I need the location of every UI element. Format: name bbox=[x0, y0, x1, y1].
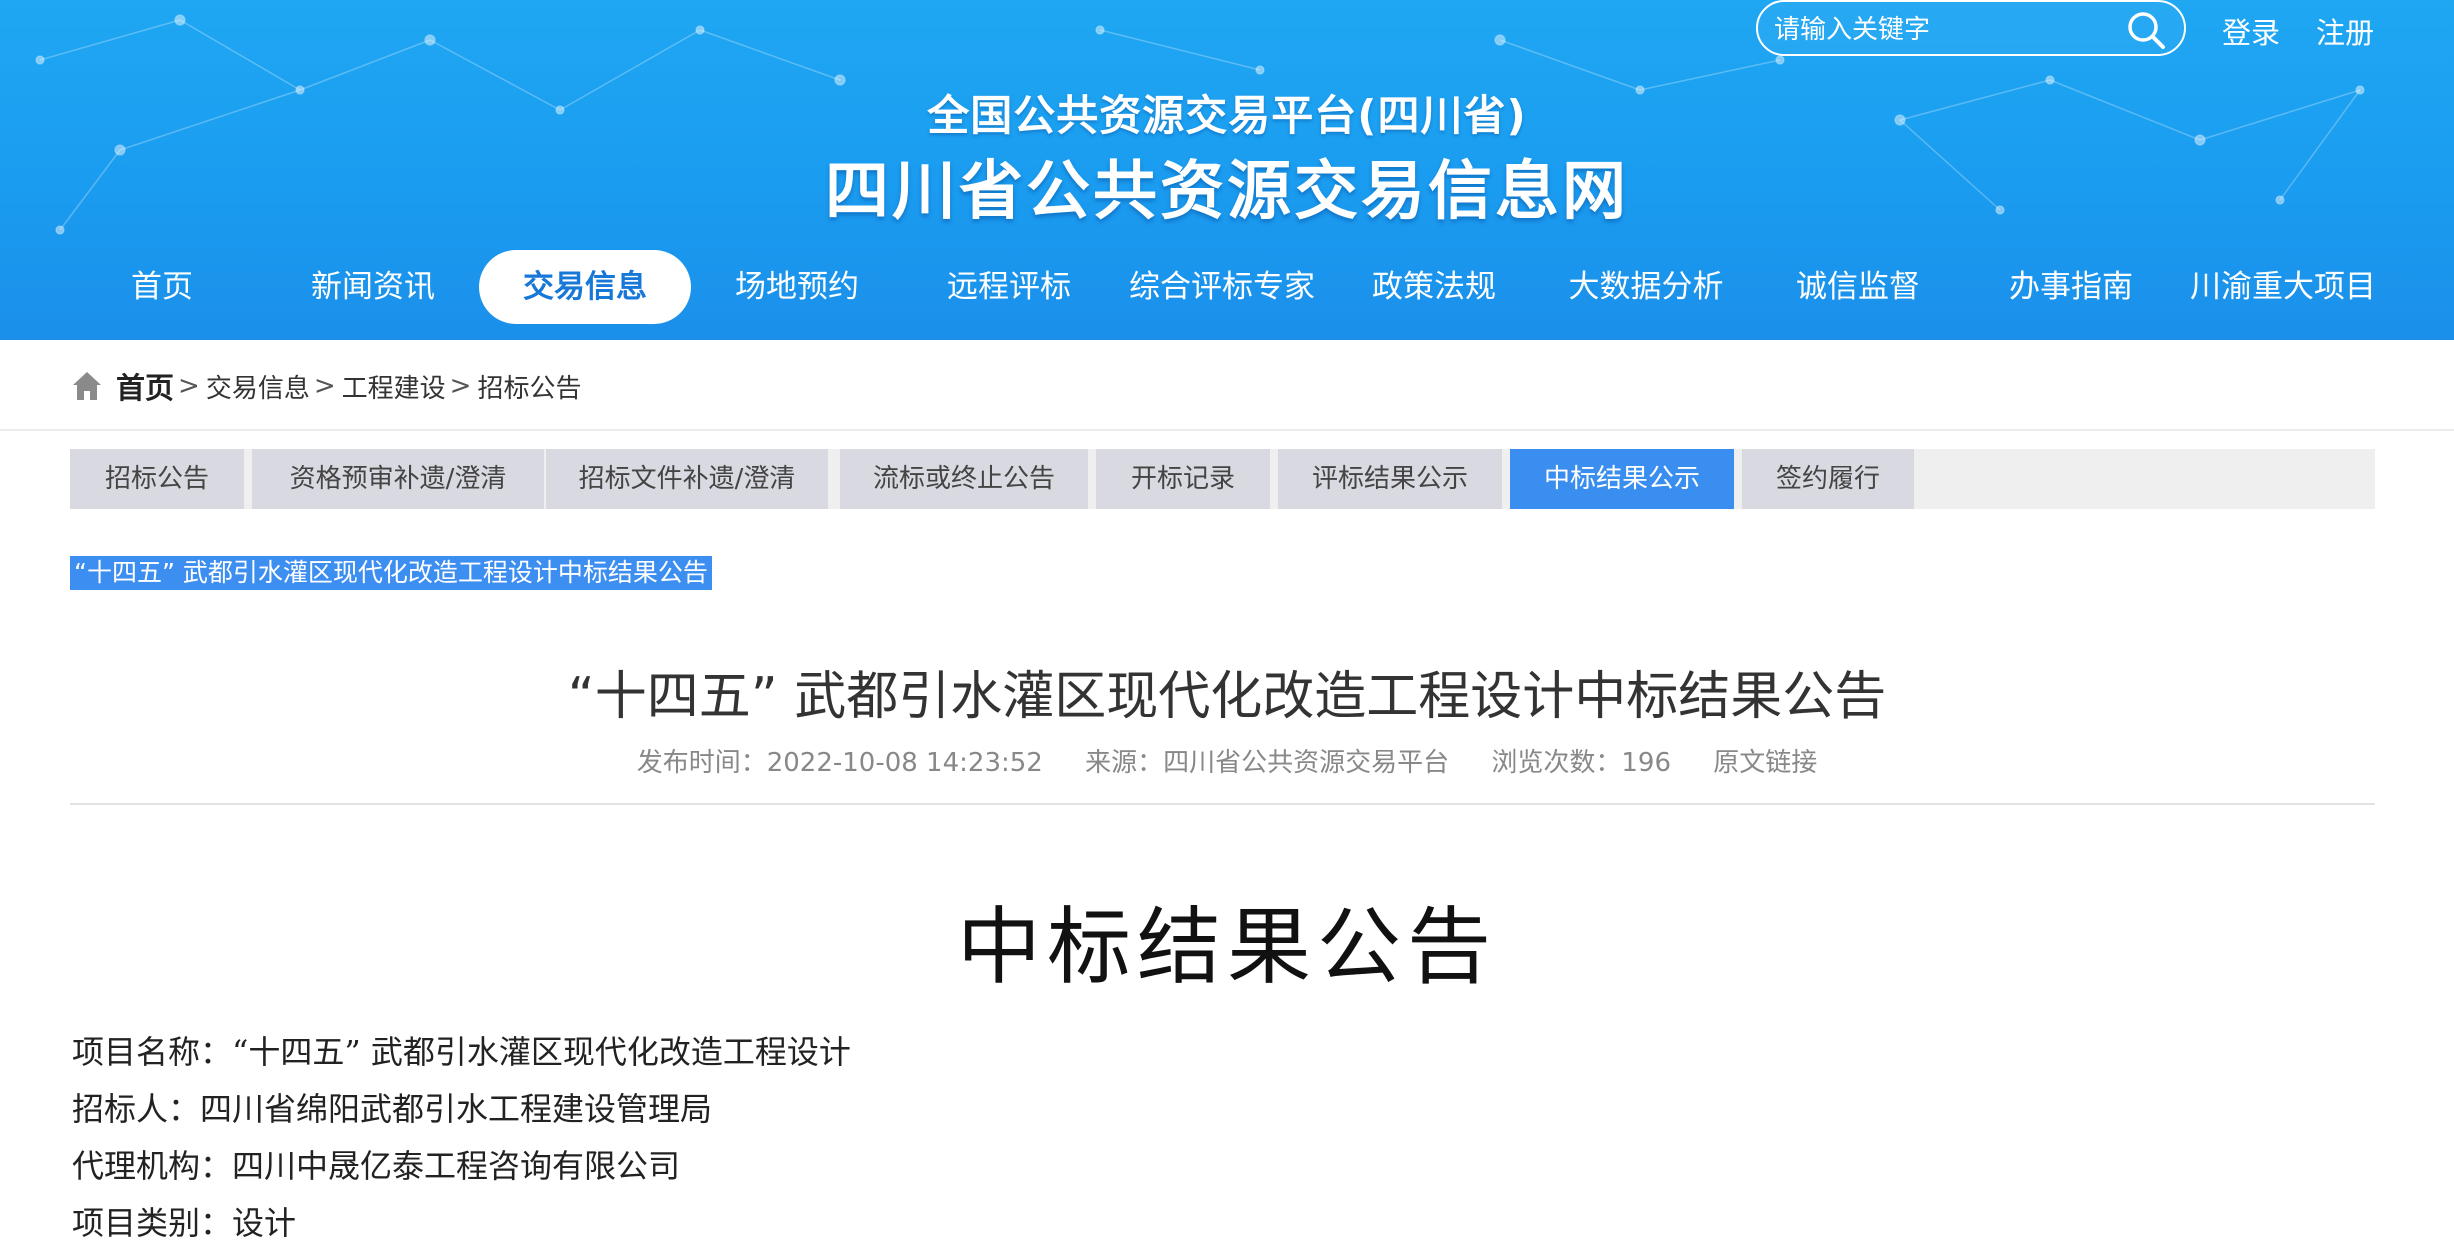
nav-item-news[interactable]: 新闻资讯 bbox=[267, 250, 479, 324]
home-icon bbox=[73, 372, 101, 400]
search-input[interactable] bbox=[1772, 10, 2106, 50]
divider bbox=[70, 803, 2375, 805]
source: 来源：四川省公共资源交易平台 bbox=[1085, 748, 1450, 778]
tab-prequalification-addendum[interactable]: 资格预审补遗/澄清 bbox=[252, 449, 544, 509]
article-title: “十四五” 武都引水灌区现代化改造工程设计中标结果公告 bbox=[567, 667, 1887, 727]
breadcrumb-tender-notice[interactable]: 招标公告 bbox=[477, 368, 581, 405]
main-nav: 首页 新闻资讯 交易信息 场地预约 远程评标 综合评标专家库 政策法规 大数据分… bbox=[0, 250, 2454, 324]
original-link[interactable]: 原文链接 bbox=[1713, 748, 1817, 778]
nav-item-service-guide[interactable]: 办事指南 bbox=[1965, 250, 2177, 324]
nav-item-venue-booking[interactable]: 场地预约 bbox=[691, 250, 903, 324]
breadcrumb: 首页 > 交易信息 > 工程建设 > 招标公告 bbox=[70, 366, 581, 406]
nav-item-credit-supervision[interactable]: 诚信监督 bbox=[1752, 250, 1964, 324]
document-heading: 中标结果公告 bbox=[956, 898, 1497, 996]
breadcrumb-home[interactable]: 首页 bbox=[116, 365, 174, 407]
nav-item-home[interactable]: 首页 bbox=[56, 250, 268, 324]
nav-item-expert-library[interactable]: 综合评标专家库 bbox=[1116, 250, 1328, 324]
site-title: 四川省公共资源交易信息网 bbox=[825, 155, 1629, 229]
selected-title-text[interactable]: “十四五” 武都引水灌区现代化改造工程设计中标结果公告 bbox=[70, 556, 712, 590]
breadcrumb-trading-info[interactable]: 交易信息 bbox=[206, 368, 310, 405]
breadcrumb-engineering[interactable]: 工程建设 bbox=[342, 368, 446, 405]
nav-item-major-projects[interactable]: 川渝重大项目 bbox=[2177, 250, 2389, 324]
tab-award-result[interactable]: 中标结果公示 bbox=[1510, 449, 1734, 509]
tab-bid-opening-record[interactable]: 开标记录 bbox=[1096, 449, 1270, 509]
header-banner: 登录 注册 全国公共资源交易平台(四川省) 四川省公共资源交易信息网 首页 新闻… bbox=[0, 0, 2454, 340]
nav-item-remote-evaluation[interactable]: 远程评标 bbox=[903, 250, 1115, 324]
register-link[interactable]: 注册 bbox=[2316, 10, 2374, 52]
article-meta: 发布时间：2022-10-08 14:23:52 来源：四川省公共资源交易平台 … bbox=[0, 742, 2454, 779]
nav-item-big-data[interactable]: 大数据分析 bbox=[1540, 250, 1752, 324]
tab-tender-doc-addendum[interactable]: 招标文件补遗/澄清 bbox=[546, 449, 828, 509]
project-name-line: 项目名称：“十四五” 武都引水灌区现代化改造工程设计 bbox=[72, 1033, 851, 1071]
nav-item-policies[interactable]: 政策法规 bbox=[1328, 250, 1540, 324]
tab-tender-notice[interactable]: 招标公告 bbox=[70, 449, 244, 509]
breadcrumb-separator: > bbox=[449, 371, 472, 401]
tab-failed-or-terminated[interactable]: 流标或终止公告 bbox=[840, 449, 1088, 509]
breadcrumb-separator: > bbox=[313, 371, 336, 401]
tenderer-line: 招标人：四川省绵阳武都引水工程建设管理局 bbox=[72, 1090, 713, 1128]
login-link[interactable]: 登录 bbox=[2222, 10, 2280, 52]
nav-item-trading-info[interactable]: 交易信息 bbox=[479, 250, 691, 324]
site-subtitle: 全国公共资源交易平台(四川省) bbox=[927, 91, 1527, 140]
search-box bbox=[1756, 0, 2186, 56]
tab-evaluation-result[interactable]: 评标结果公示 bbox=[1278, 449, 1502, 509]
category-tabs: 招标公告 资格预审补遗/澄清 招标文件补遗/澄清 流标或终止公告 开标记录 评标… bbox=[70, 449, 2375, 509]
view-count: 浏览次数：196 bbox=[1491, 748, 1672, 778]
project-category-line: 项目类别：设计 bbox=[72, 1204, 297, 1242]
divider bbox=[0, 429, 2454, 431]
publish-time: 发布时间：2022-10-08 14:23:52 bbox=[636, 748, 1043, 778]
search-icon[interactable] bbox=[2124, 8, 2168, 52]
tab-contract-performance[interactable]: 签约履行 bbox=[1742, 449, 1914, 509]
agency-line: 代理机构：四川中晟亿泰工程咨询有限公司 bbox=[72, 1147, 681, 1185]
breadcrumb-separator: > bbox=[178, 371, 200, 401]
